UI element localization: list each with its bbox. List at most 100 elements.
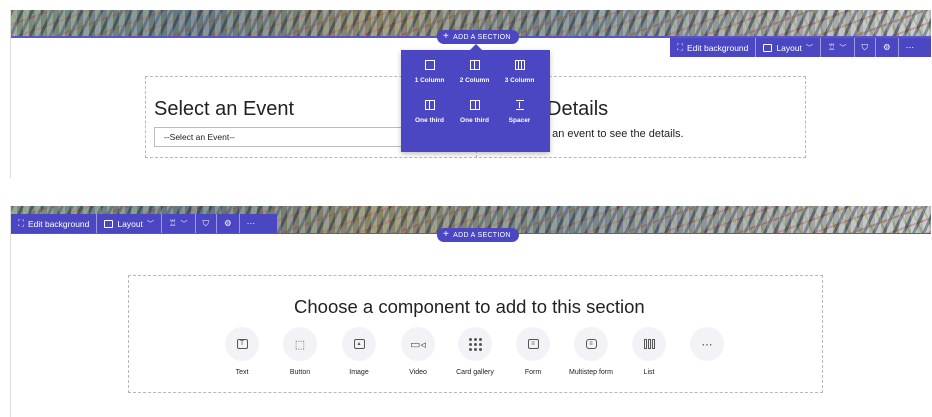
add-section-label: ADD A SECTION: [453, 33, 511, 41]
video-icon-wrap: ▭◃: [401, 327, 435, 361]
component-button[interactable]: ⬚ Button: [270, 327, 330, 376]
form-icon-wrap: ≡: [516, 327, 550, 361]
multistep-form-icon: ≡: [585, 339, 597, 349]
add-section-button[interactable]: + ADD A SECTION: [437, 30, 519, 44]
style-icon: ♖: [827, 42, 836, 52]
layout-option-one-third-right[interactable]: One third: [452, 100, 497, 124]
component-card-gallery[interactable]: Card gallery: [445, 327, 505, 376]
text-icon: T: [236, 339, 248, 349]
more-icon: ⋯: [701, 338, 713, 351]
button-icon-wrap: ⬚: [283, 327, 317, 361]
component-multistep-form[interactable]: ≡ Multistep form: [561, 327, 621, 376]
three-column-icon: [514, 60, 525, 70]
component-label: Form: [524, 369, 542, 376]
option-label: 2 Column: [459, 77, 490, 84]
top-editor-panel: + ADD A SECTION ⛶ Edit background Layout…: [10, 10, 931, 178]
component-label: List: [643, 369, 655, 376]
component-label: Text: [235, 369, 249, 376]
edit-background-label: Edit background: [686, 42, 749, 53]
button-icon: ⬚: [294, 338, 306, 351]
style-button[interactable]: ♖ ﹀: [162, 214, 196, 233]
bottom-editor-panel: ⛶ Edit background Layout ﹀ ♖ ﹀ ⛉ ⚙ ⋯ + A…: [10, 206, 931, 417]
component-text[interactable]: T Text: [212, 327, 272, 376]
spacer-icon: [515, 100, 525, 110]
component-form[interactable]: ≡ Form: [503, 327, 563, 376]
more-options-button[interactable]: ⋯: [240, 214, 263, 233]
event-select-dropdown[interactable]: --Select an Event--: [154, 127, 414, 147]
details-title: Details: [547, 98, 609, 120]
component-video[interactable]: ▭◃ Video: [388, 327, 448, 376]
section-toolbar: ⛶ Edit background Layout ﹀ ♖ ﹀ ⛉ ⚙ ⋯: [11, 214, 277, 233]
shield-icon: ⛉: [861, 42, 868, 52]
section-toolbar: ⛶ Edit background Layout ﹀ ♖ ﹀ ⛉ ⚙ ⋯: [670, 38, 931, 57]
one-third-right-icon: [469, 100, 480, 110]
one-third-left-icon: [424, 100, 435, 110]
option-label: Spacer: [508, 117, 531, 124]
gear-icon: ⚙: [882, 42, 891, 52]
option-label: 1 Column: [414, 77, 445, 84]
layout-option-1-column[interactable]: 1 Column: [407, 60, 452, 84]
layout-option-spacer[interactable]: Spacer: [497, 100, 542, 124]
shield-button[interactable]: ⛉: [855, 38, 876, 57]
form-icon: ≡: [527, 339, 539, 349]
layout-icon: [763, 43, 773, 52]
component-label: Multistep form: [569, 369, 613, 376]
chevron-down-icon: ﹀: [839, 44, 847, 52]
component-label: Video: [409, 369, 427, 376]
shield-button[interactable]: ⛉: [196, 214, 217, 233]
edit-background-label: Edit background: [27, 218, 90, 229]
layout-option-3-column[interactable]: 3 Column: [497, 60, 542, 84]
layout-label: Layout: [776, 42, 802, 53]
image-icon-wrap: ▴: [342, 327, 376, 361]
layout-label: Layout: [117, 218, 143, 229]
layout-icon: [104, 219, 114, 228]
select-event-title: Select an Event: [154, 98, 295, 120]
list-icon: [643, 339, 655, 349]
settings-button[interactable]: ⚙: [876, 38, 899, 57]
layout-menu: 1 Column 2 Column 3 Column One third One…: [401, 44, 550, 152]
layout-option-one-third-left[interactable]: One third: [407, 100, 452, 124]
more-options-button[interactable]: ⋯: [899, 38, 922, 57]
text-icon-wrap: T: [225, 327, 259, 361]
list-icon-wrap: [632, 327, 666, 361]
chevron-down-icon: ﹀: [805, 44, 813, 52]
plus-icon: +: [443, 229, 450, 240]
details-text: t an event to see the details.: [546, 128, 684, 140]
choose-component-title: Choose a component to add to this sectio…: [294, 296, 645, 317]
card-gallery-icon: [468, 337, 482, 351]
option-label: One third: [415, 117, 444, 124]
plus-icon: +: [443, 31, 450, 42]
edit-background-button[interactable]: ⛶ Edit background: [11, 214, 98, 233]
option-label: 3 Column: [504, 77, 535, 84]
more-icon-wrap: ⋯: [690, 327, 724, 361]
video-icon: ▭◃: [410, 338, 426, 351]
add-section-label: ADD A SECTION: [453, 231, 511, 239]
two-column-icon: [469, 60, 480, 70]
gear-icon: ⚙: [223, 218, 232, 228]
chevron-down-icon: ﹀: [180, 220, 188, 228]
option-label: One third: [460, 117, 489, 124]
paint-icon: ⛶: [677, 42, 683, 52]
more-icon: ⋯: [905, 42, 915, 52]
layout-button[interactable]: Layout ﹀: [97, 214, 162, 233]
style-icon: ♖: [168, 218, 177, 228]
image-icon: ▴: [353, 339, 365, 349]
paint-icon: ⛶: [18, 218, 24, 228]
more-icon: ⋯: [246, 218, 256, 228]
add-section-button[interactable]: + ADD A SECTION: [437, 228, 519, 242]
multistep-form-icon-wrap: ≡: [574, 327, 608, 361]
chevron-down-icon: ﹀: [146, 220, 154, 228]
edit-background-button[interactable]: ⛶ Edit background: [670, 38, 757, 57]
style-button[interactable]: ♖ ﹀: [821, 38, 855, 57]
one-column-icon: [424, 60, 435, 70]
shield-icon: ⛉: [202, 218, 209, 228]
component-label: Image: [349, 369, 369, 376]
component-label: Button: [289, 369, 311, 376]
component-label: Card gallery: [456, 369, 494, 376]
component-list[interactable]: List: [619, 327, 679, 376]
component-image[interactable]: ▴ Image: [329, 327, 389, 376]
layout-button[interactable]: Layout ﹀: [756, 38, 821, 57]
settings-button[interactable]: ⚙: [217, 214, 240, 233]
layout-option-2-column[interactable]: 2 Column: [452, 60, 497, 84]
component-more[interactable]: ⋯: [677, 327, 737, 369]
